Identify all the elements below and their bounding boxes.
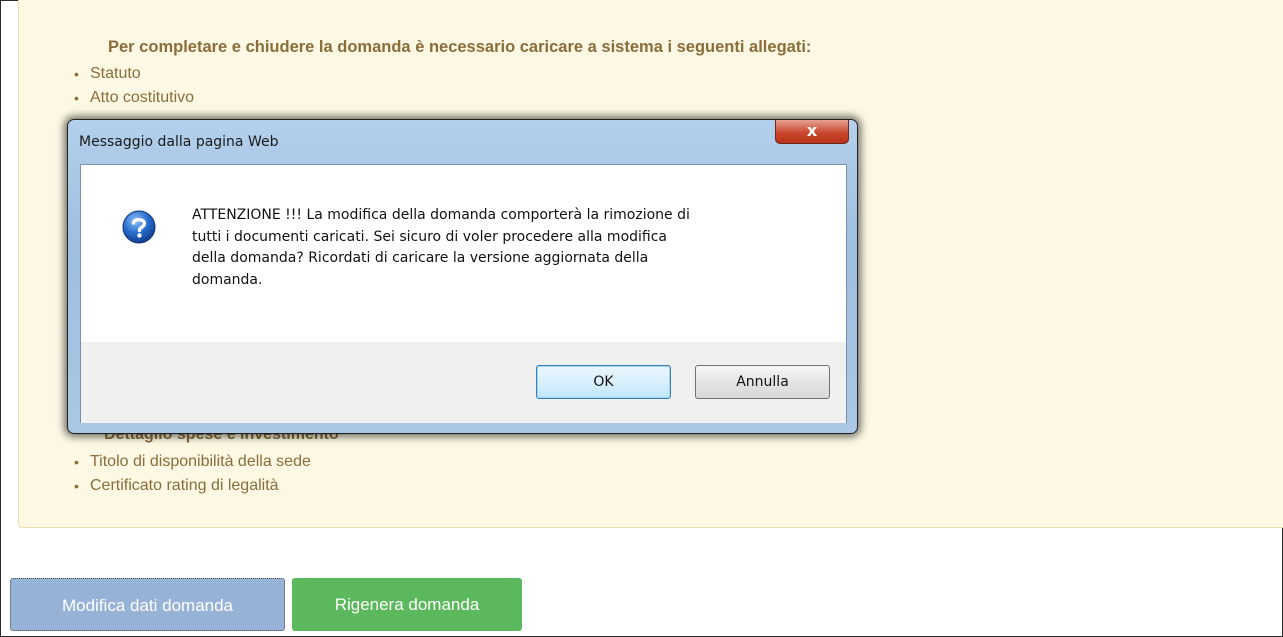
dialog-body: ATTENZIONE !!! La modifica della domanda… [80,164,847,423]
close-icon: x [806,121,818,140]
list-item: • Atto costitutivo [74,86,194,110]
list-item-label: Statuto [90,65,141,82]
bullet: • [74,478,79,494]
list-item-label: Titolo di disponibilità della sede [90,453,311,470]
confirm-dialog: Messaggio dalla pagina Web x ATTENZIONE … [67,119,858,434]
required-attachments-list-top: • Statuto • Atto costitutivo [74,62,194,110]
list-item: • Statuto [74,62,194,86]
regenerate-button[interactable]: Rigenera domanda [292,578,522,631]
list-item: • Certificato rating di legalità [74,474,311,498]
question-icon [122,210,156,244]
message-line: ATTENZIONE !!! La modifica della domanda… [192,207,690,223]
dialog-close-button[interactable]: x [775,120,849,144]
modify-data-button[interactable]: Modifica dati domanda [10,578,285,631]
list-item: • Titolo di disponibilità della sede [74,450,311,474]
bullet: • [74,90,79,106]
cancel-button[interactable]: Annulla [695,365,830,399]
dialog-title: Messaggio dalla pagina Web [79,134,279,150]
list-item-label: Atto costitutivo [90,89,195,106]
required-attachments-list-bottom: • Titolo di disponibilità della sede • C… [74,450,311,498]
panel-heading: Per completare e chiudere la domanda è n… [108,38,812,56]
ok-button[interactable]: OK [536,365,671,399]
dialog-footer: OK Annulla [81,342,846,423]
list-item-label: Certificato rating di legalità [90,477,279,494]
message-line: domanda. [192,271,263,288]
message-line: tutti i documenti caricati. Sei sicuro d… [192,228,668,245]
bullet: • [74,454,79,470]
message-line: della domanda? Ricordati di caricare la … [192,250,649,266]
dialog-message: ATTENZIONE !!! La modifica della domanda… [192,205,812,291]
bullet: • [74,66,79,82]
